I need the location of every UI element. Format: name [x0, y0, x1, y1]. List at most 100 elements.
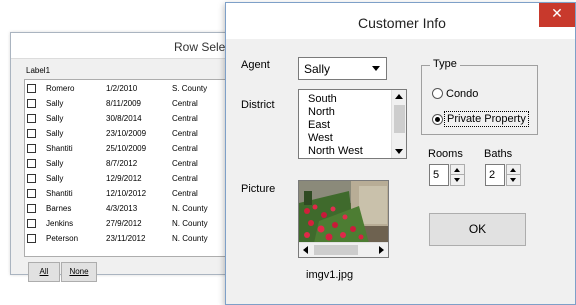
row-agent: Shantiti [46, 189, 73, 198]
row-date: 30/8/2014 [106, 114, 142, 123]
row-checkbox[interactable] [27, 159, 36, 168]
table-row[interactable]: Barnes 4/3/2013 N. County [25, 202, 251, 216]
row-district: Central [172, 99, 198, 108]
row-date: 12/9/2012 [106, 174, 142, 183]
baths-input[interactable]: 2 [485, 164, 505, 186]
ok-button[interactable]: OK [429, 213, 526, 246]
row-district: Central [172, 174, 198, 183]
row-checkbox[interactable] [27, 174, 36, 183]
row-district: Central [172, 114, 198, 123]
list-item[interactable]: South [308, 93, 337, 105]
row-district: Central [172, 144, 198, 153]
condo-radio[interactable] [432, 88, 443, 99]
baths-label: Baths [484, 148, 513, 160]
rooms-label: Rooms [428, 148, 463, 160]
row-checkbox[interactable] [27, 204, 36, 213]
table-row[interactable]: Shantiti 25/10/2009 Central [25, 142, 251, 156]
row-select-window: Row Select Label1 Romero 1/2/2010 S. Cou… [10, 32, 251, 282]
private-property-radio[interactable] [432, 114, 443, 125]
table-row[interactable]: Sally 30/8/2014 Central [25, 112, 251, 126]
row-checkbox[interactable] [27, 234, 36, 243]
table-row[interactable]: Shantiti 12/10/2012 Central [25, 187, 251, 201]
table-row[interactable]: Sally 12/9/2012 Central [25, 172, 251, 186]
district-label: District [241, 99, 275, 111]
none-button-label: None [69, 267, 89, 276]
table-row[interactable]: Sally 8/7/2012 Central [25, 157, 251, 171]
spin-up-icon[interactable] [507, 165, 520, 175]
row-date: 4/3/2013 [106, 204, 138, 213]
spin-down-icon[interactable] [507, 175, 520, 185]
agent-combobox[interactable]: Sally [298, 57, 387, 80]
row-agent: Sally [46, 159, 64, 168]
row-date: 25/10/2009 [106, 144, 147, 153]
table-row[interactable]: Peterson 23/11/2012 N. County [25, 232, 251, 246]
row-district: Central [172, 159, 198, 168]
district-listbox[interactable]: South North East West North West [298, 89, 407, 159]
row-agent: Jenkins [46, 219, 74, 228]
row-date: 8/7/2012 [106, 159, 138, 168]
scroll-thumb[interactable] [314, 245, 358, 255]
garden-photo [299, 181, 388, 243]
table-row[interactable]: Sally 8/11/2009 Central [25, 97, 251, 111]
district-scrollbar[interactable] [391, 90, 406, 158]
row-district: Central [172, 129, 198, 138]
picture-scrollbar[interactable] [299, 242, 388, 257]
row-checkbox[interactable] [27, 219, 36, 228]
row-agent: Romero [46, 84, 75, 93]
row-agent: Sally [46, 129, 64, 138]
row-date: 12/10/2012 [106, 189, 147, 198]
row-checkbox[interactable] [27, 129, 36, 138]
list-item[interactable]: North [308, 106, 335, 118]
row-checkbox[interactable] [27, 144, 36, 153]
close-button[interactable]: ✕ [539, 3, 575, 27]
rooms-spinner[interactable] [450, 164, 465, 186]
row-agent: Peterson [46, 234, 79, 243]
customer-info-window: Customer Info ✕ Agent Sally District Sou… [225, 2, 576, 305]
scroll-left-icon[interactable] [299, 243, 313, 257]
all-button[interactable]: All [28, 262, 60, 282]
row-select-listbox[interactable]: Romero 1/2/2010 S. County Sally 8/11/200… [24, 79, 251, 257]
condo-radio-label[interactable]: Condo [446, 88, 478, 100]
row-date: 27/9/2012 [106, 219, 142, 228]
row-checkbox[interactable] [27, 84, 36, 93]
scroll-up-icon[interactable] [392, 90, 406, 104]
ok-button-label: OK [468, 222, 487, 236]
table-row[interactable]: Sally 23/10/2009 Central [25, 127, 251, 141]
picture-label: Picture [241, 183, 276, 195]
row-checkbox[interactable] [27, 114, 36, 123]
row-select-titlebar[interactable]: Row Select [11, 33, 249, 59]
customer-info-title: Customer Info [358, 15, 446, 31]
scroll-down-icon[interactable] [392, 144, 406, 158]
scroll-right-icon[interactable] [374, 243, 388, 257]
row-date: 1/2/2010 [106, 84, 138, 93]
row-district: N. County [172, 234, 208, 243]
spin-down-icon[interactable] [451, 175, 464, 185]
chevron-down-icon[interactable] [368, 59, 385, 78]
row-checkbox[interactable] [27, 99, 36, 108]
row-agent: Shantiti [46, 144, 73, 153]
row-checkbox[interactable] [27, 189, 36, 198]
spin-up-icon[interactable] [451, 165, 464, 175]
picture-frame [298, 180, 389, 258]
private-property-radio-label[interactable]: Private Property [444, 111, 529, 127]
row-district: N. County [172, 204, 208, 213]
list-item[interactable]: East [308, 119, 330, 131]
all-button-label: All [39, 267, 49, 276]
table-row[interactable]: Jenkins 27/9/2012 N. County [25, 217, 251, 231]
scroll-thumb[interactable] [394, 105, 405, 133]
row-agent: Barnes [46, 204, 72, 213]
baths-spinner[interactable] [506, 164, 521, 186]
row-date: 23/11/2012 [106, 234, 146, 243]
table-row[interactable]: Romero 1/2/2010 S. County [25, 82, 251, 96]
row-district: Central [172, 189, 198, 198]
customer-info-titlebar[interactable]: Customer Info ✕ [226, 3, 575, 39]
row-district: N. County [172, 219, 208, 228]
list-item[interactable]: West [308, 132, 333, 144]
rooms-input[interactable]: 5 [429, 164, 449, 186]
list-item[interactable]: North West [308, 145, 363, 157]
type-group: Type Condo Private Property [421, 58, 538, 135]
row-date: 8/11/2009 [106, 99, 141, 108]
none-button[interactable]: None [61, 262, 97, 282]
row-district: S. County [172, 84, 208, 93]
close-icon: ✕ [551, 6, 563, 22]
